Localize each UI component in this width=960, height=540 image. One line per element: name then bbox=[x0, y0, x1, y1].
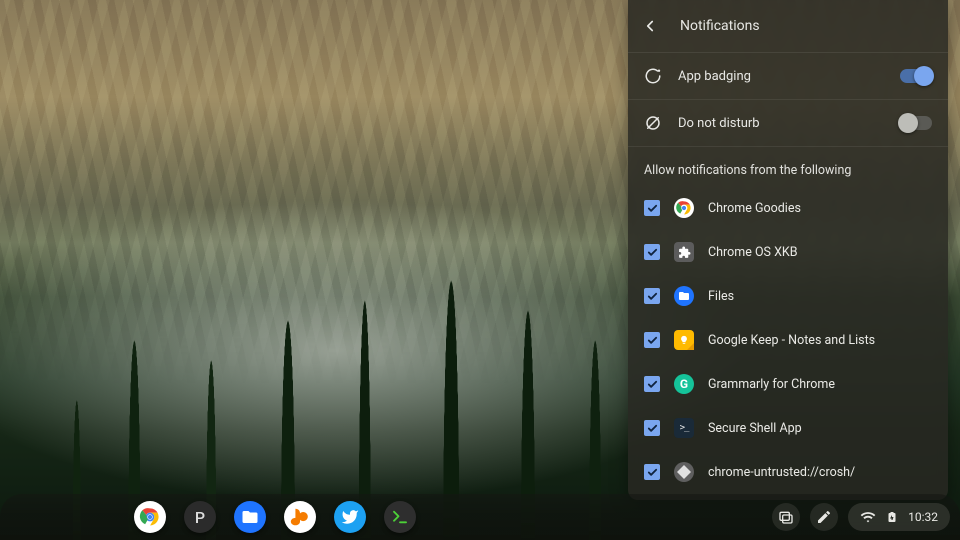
keep-icon bbox=[674, 330, 694, 350]
app-name-label: chrome-untrusted://crosh/ bbox=[708, 465, 855, 480]
app-checkbox[interactable] bbox=[644, 244, 660, 260]
chrome-icon bbox=[137, 504, 163, 530]
chrome-mono-icon bbox=[674, 462, 694, 482]
grammarly-icon: G bbox=[674, 374, 694, 394]
shelf-app-orange[interactable] bbox=[284, 501, 316, 533]
app-name-label: Chrome Goodies bbox=[708, 201, 801, 216]
app-name-label: Google Keep - Notes and Lists bbox=[708, 333, 875, 348]
tray-pen-button[interactable] bbox=[810, 503, 838, 531]
shelf-app-p[interactable]: P bbox=[184, 501, 216, 533]
shelf-app-chrome[interactable] bbox=[134, 501, 166, 533]
overview-icon bbox=[778, 509, 794, 525]
pen-icon bbox=[816, 509, 832, 525]
app-badging-row[interactable]: App badging bbox=[628, 53, 948, 100]
tray-overview-button[interactable] bbox=[772, 503, 800, 531]
chevron-left-icon bbox=[641, 17, 659, 35]
shelf-app-twitter[interactable] bbox=[334, 501, 366, 533]
app-name-label: Grammarly for Chrome bbox=[708, 377, 835, 392]
app-badging-label: App badging bbox=[678, 69, 884, 84]
app-name-label: Secure Shell App bbox=[708, 421, 802, 436]
shell-icon: >_ bbox=[674, 418, 694, 438]
panel-header: Notifications bbox=[628, 0, 948, 53]
refresh-icon bbox=[644, 67, 662, 85]
twitter-icon bbox=[341, 508, 359, 526]
notifications-panel: Notifications App badging Do not disturb… bbox=[628, 0, 948, 500]
app-row[interactable]: Google Keep - Notes and Lists bbox=[628, 318, 948, 362]
app-checkbox[interactable] bbox=[644, 332, 660, 348]
files-icon bbox=[674, 286, 694, 306]
dnd-icon bbox=[644, 114, 662, 132]
app-checkbox[interactable] bbox=[644, 420, 660, 436]
back-button[interactable] bbox=[638, 14, 662, 38]
shelf: P 10:32 bbox=[0, 494, 960, 540]
app-row[interactable]: Chrome Goodies bbox=[628, 186, 948, 230]
app-row[interactable]: Files bbox=[628, 274, 948, 318]
chrome-icon bbox=[674, 198, 694, 218]
app-name-label: Chrome OS XKB bbox=[708, 245, 798, 260]
wifi-icon bbox=[860, 509, 876, 525]
clock: 10:32 bbox=[908, 510, 938, 524]
app-row[interactable]: chrome-untrusted://crosh/ bbox=[628, 450, 948, 494]
app-name-label: Files bbox=[708, 289, 734, 304]
app-checkbox[interactable] bbox=[644, 464, 660, 480]
app-row[interactable]: G Grammarly for Chrome bbox=[628, 362, 948, 406]
app-row[interactable]: Chrome OS XKB bbox=[628, 230, 948, 274]
app-list: Chrome Goodies Chrome OS XKB Files Google K… bbox=[628, 186, 948, 494]
app-row[interactable]: >_ Secure Shell App bbox=[628, 406, 948, 450]
dnd-label: Do not disturb bbox=[678, 116, 884, 131]
dnd-toggle[interactable] bbox=[900, 116, 932, 130]
folder-icon bbox=[241, 508, 259, 526]
shelf-app-terminal[interactable] bbox=[384, 501, 416, 533]
shelf-app-files[interactable] bbox=[234, 501, 266, 533]
allow-section-label: Allow notifications from the following bbox=[628, 147, 948, 186]
app-checkbox[interactable] bbox=[644, 376, 660, 392]
panel-title: Notifications bbox=[680, 18, 760, 34]
terminal-icon bbox=[391, 508, 409, 526]
app-checkbox[interactable] bbox=[644, 288, 660, 304]
app-checkbox[interactable] bbox=[644, 200, 660, 216]
app-badging-toggle[interactable] bbox=[900, 69, 932, 83]
dnd-row[interactable]: Do not disturb bbox=[628, 100, 948, 147]
system-tray: 10:32 bbox=[772, 503, 950, 531]
battery-icon bbox=[886, 509, 898, 525]
shelf-apps: P bbox=[134, 501, 416, 533]
squirrel-icon bbox=[289, 506, 311, 528]
extension-icon bbox=[674, 242, 694, 262]
status-pill[interactable]: 10:32 bbox=[848, 503, 950, 531]
